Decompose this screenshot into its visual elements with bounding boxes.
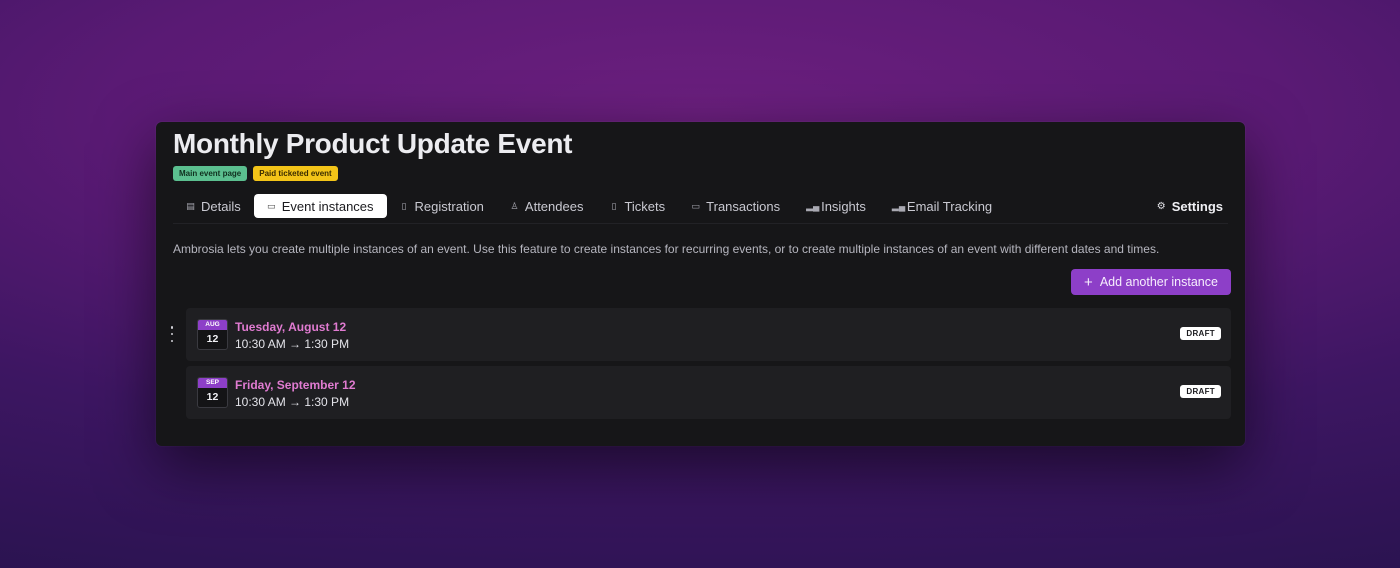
tab-label: Insights xyxy=(821,198,866,214)
tab-transactions[interactable]: ▭ Transactions xyxy=(678,194,793,218)
card-icon: ▭ xyxy=(691,200,700,211)
status-badge: DRAFT xyxy=(1180,327,1221,340)
tab-label: Event instances xyxy=(281,198,374,214)
instance-row[interactable]: AUG 12 Tuesday, August 12 10:30 AM → 1:3… xyxy=(170,308,1231,361)
clipboard-icon: ▯ xyxy=(401,200,407,211)
calendar-day: 12 xyxy=(206,333,219,345)
tab-label: Registration xyxy=(414,198,484,214)
tab-details[interactable]: ▤ Details xyxy=(173,194,254,218)
tab-insights[interactable]: ▂▄ Insights xyxy=(793,194,879,218)
badge-group: Main event page Paid ticketed event xyxy=(173,166,338,181)
instance-date: Friday, September 12 xyxy=(235,378,356,392)
plus-icon: + xyxy=(1084,273,1093,291)
tab-tickets[interactable]: ▯ Tickets xyxy=(596,194,678,218)
calendar-date-icon: SEP 12 xyxy=(197,377,228,408)
tab-label: Transactions xyxy=(706,198,781,214)
page-title: Monthly Product Update Event xyxy=(173,128,573,159)
instance-date: Tuesday, August 12 xyxy=(235,320,347,334)
bar-chart-icon: ▂▄ xyxy=(806,200,820,211)
main-event-badge: Main event page xyxy=(173,166,248,181)
divider xyxy=(173,223,1228,224)
instances-description: Ambrosia lets you create multiple instan… xyxy=(173,242,1160,256)
document-icon: ▤ xyxy=(186,200,195,211)
tab-label: Email Tracking xyxy=(906,198,993,214)
tab-label: Details xyxy=(201,198,241,214)
tab-label: Attendees xyxy=(524,198,584,214)
ticket-icon: ▯ xyxy=(611,200,617,211)
gear-icon: ⚙ xyxy=(1156,200,1166,212)
instance-row[interactable]: SEP 12 Friday, September 12 10:30 AM → 1… xyxy=(186,366,1231,419)
bar-chart-icon: ▂▄ xyxy=(891,200,906,211)
paid-ticketed-badge: Paid ticketed event xyxy=(253,166,338,181)
calendar-day: 12 xyxy=(206,391,219,403)
instance-time: 10:30 AM → 1:30 PM xyxy=(235,337,350,351)
calendar-month: SEP xyxy=(198,378,227,388)
calendar-date-icon: AUG 12 xyxy=(197,319,228,350)
tab-attendees[interactable]: ♙ Attendees xyxy=(497,194,597,218)
tab-email-tracking[interactable]: ▂▄ Email Tracking xyxy=(879,194,1005,218)
tab-label: Tickets xyxy=(624,198,666,214)
settings-button[interactable]: ⚙ Settings xyxy=(1144,194,1231,218)
tab-event-instances[interactable]: ▭ Event instances xyxy=(253,194,387,218)
person-icon: ♙ xyxy=(510,200,519,211)
status-badge: DRAFT xyxy=(1180,385,1221,398)
calendar-icon: ▭ xyxy=(266,200,276,211)
calendar-month: AUG xyxy=(198,320,227,330)
add-instance-button[interactable]: + Add another instance xyxy=(1071,269,1231,295)
tab-registration[interactable]: ▯ Registration xyxy=(387,194,497,218)
drag-handle-icon[interactable] xyxy=(168,326,176,342)
event-panel: Monthly Product Update Event Main event … xyxy=(156,122,1245,446)
settings-label: Settings xyxy=(1171,198,1223,214)
instance-time: 10:30 AM → 1:30 PM xyxy=(235,395,350,409)
tab-bar: ▤ Details ▭ Event instances ▯ Registrati… xyxy=(173,192,1231,220)
add-instance-label: Add another instance xyxy=(1099,275,1218,289)
